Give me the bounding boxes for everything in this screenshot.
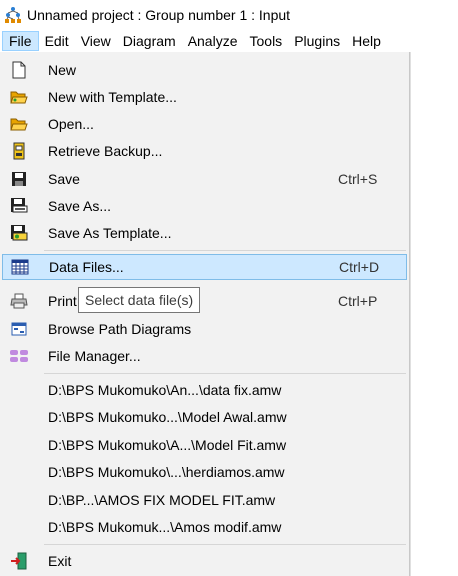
recent-file-6[interactable]: D:\BPS Mukomuk...\Amos modif.amw [2,514,407,540]
recent-file-4[interactable]: D:\BPS Mukomuko\...\herdiamos.amw [2,459,407,485]
amos-app-icon [5,7,21,23]
menu-separator [44,250,406,251]
menu-item-open[interactable]: Open... [2,111,407,137]
shortcut-label: Ctrl+P [338,293,378,309]
recent-file-label: D:\BPS Mukomuko...\Model Awal.amw [48,409,287,425]
recent-file-label: D:\BPS Mukomuko\...\herdiamos.amw [48,464,285,480]
save-template-icon [9,223,29,243]
grid-icon [10,257,30,277]
menu-item-save[interactable]: Save Ctrl+S [2,166,407,192]
menu-item-label: Browse Path Diagrams [48,321,192,337]
menu-item-label: Save As... [48,198,112,214]
recent-file-label: D:\BPS Mukomuk...\Amos modif.amw [48,519,282,535]
blank-page-icon [9,60,29,80]
menu-item-label: Save [48,171,80,187]
menu-item-label: File Manager... [48,348,141,364]
menu-item-label: Save As Template... [48,225,172,241]
menu-help[interactable]: Help [346,31,387,51]
shortcut-label: Ctrl+S [338,171,378,187]
recent-file-label: D:\BP...\AMOS FIX MODEL FIT.amw [48,492,276,508]
exit-door-icon [9,551,29,571]
title-bar: Unnamed project : Group number 1 : Input [0,0,458,30]
menu-separator [44,544,406,545]
recent-file-3[interactable]: D:\BPS Mukomuko\A...\Model Fit.amw [2,432,407,458]
window-icon [9,319,29,339]
menu-item-data-files[interactable]: Data Files... Ctrl+D [2,254,407,280]
background-area [410,52,458,576]
recent-file-1[interactable]: D:\BPS Mukomuko\An...\data fix.amw [2,377,407,403]
menu-view[interactable]: View [75,31,117,51]
menu-item-new[interactable]: New [2,57,407,83]
menu-separator [44,373,406,374]
tooltip: Select data file(s) [78,287,201,313]
menu-item-new-with-template[interactable]: New with Template... [2,84,407,110]
recent-file-label: D:\BPS Mukomuko\A...\Model Fit.amw [48,437,287,453]
file-menu-dropdown: New New with Template... Open... Retriev… [0,52,410,576]
menu-item-label: Open... [48,116,94,132]
file-manager-icon [9,346,29,366]
menu-analyze[interactable]: Analyze [182,31,244,51]
menu-tools[interactable]: Tools [244,31,289,51]
menu-bar: File Edit View Diagram Analyze Tools Plu… [0,30,458,52]
menu-item-save-as-template[interactable]: Save As Template... [2,220,407,246]
window-title: Unnamed project : Group number 1 : Input [27,7,291,23]
menu-item-browse-path-diagrams[interactable]: Browse Path Diagrams [2,316,407,342]
recent-file-5[interactable]: D:\BP...\AMOS FIX MODEL FIT.amw [2,487,407,513]
menu-file[interactable]: File [2,31,39,51]
recent-file-label: D:\BPS Mukomuko\An...\data fix.amw [48,382,282,398]
menu-item-label: New [48,62,77,78]
menu-item-label: Retrieve Backup... [48,143,163,159]
menu-diagram[interactable]: Diagram [117,31,182,51]
menu-item-file-manager[interactable]: File Manager... [2,343,407,369]
menu-item-exit[interactable]: Exit [2,548,407,574]
menu-item-label: Data Files... [49,259,124,275]
menu-item-label: Exit [48,553,72,569]
recent-file-2[interactable]: D:\BPS Mukomuko...\Model Awal.amw [2,404,407,430]
menu-item-save-as[interactable]: Save As... [2,193,407,219]
menu-edit[interactable]: Edit [39,31,75,51]
floppy-disk-icon [9,169,29,189]
menu-item-label: New with Template... [48,89,177,105]
folder-open-icon [9,114,29,134]
backup-icon [9,141,29,161]
folder-open-icon [9,87,29,107]
printer-icon [9,291,29,311]
shortcut-label: Ctrl+D [339,259,380,275]
save-as-icon [9,196,29,216]
menu-plugins[interactable]: Plugins [288,31,346,51]
menu-item-retrieve-backup[interactable]: Retrieve Backup... [2,138,407,164]
menu-item-print[interactable]: Print... Ctrl+P [2,288,407,314]
